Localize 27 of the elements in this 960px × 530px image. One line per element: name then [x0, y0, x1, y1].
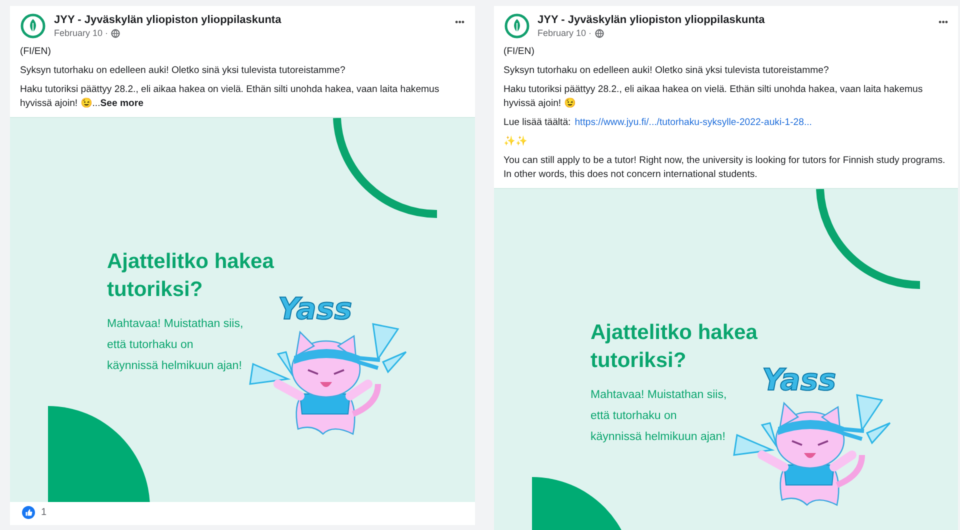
image-heading: Ajattelitko hakea tutoriksi?: [107, 249, 275, 303]
post-text: (FI/EN): [20, 45, 52, 59]
globe-icon: [594, 28, 604, 38]
post-date[interactable]: February 10 ·: [54, 28, 108, 38]
image-text: Mahtavaa! Muistathan siis, että tutorhaku on käynnissä helmikuun ajan!: [107, 317, 244, 374]
see-more-link[interactable]: See more: [100, 98, 144, 109]
reaction-count[interactable]: 1: [41, 507, 47, 518]
post-text: Haku tutoriksi päättyy 28.2., eli aikaa hakea on vielä. Ethän silti unohda hakea, vaan laita hakemus hyvissä ajoin! 😉...See more: [20, 83, 440, 111]
post-text: (FI/EN): [504, 45, 536, 59]
logo-icon[interactable]: [20, 13, 46, 39]
image-heading: Ajattelitko hakea tutoriksi?: [590, 320, 758, 374]
like-icon[interactable]: [22, 506, 35, 519]
logo-icon[interactable]: [504, 13, 530, 39]
image-text: Mahtavaa! Muistathan siis, että tutorhaku on käynnissä helmikuun ajan!: [590, 388, 728, 445]
more-options-button[interactable]: •••: [455, 17, 464, 27]
page-name[interactable]: JYY - Jyväskylän yliopiston ylioppilaskunta: [538, 14, 931, 26]
post-text: You can still apply to be a tutor! Right now, the university is looking for tutors for Finnish study programs. In other words, this does not concern international students.: [504, 154, 946, 182]
post-text: Syksyn tutorhaku on edelleen auki! Oletko sinä yksi tulevista tutoreistamme?: [504, 64, 830, 78]
post-text: ✨✨: [504, 135, 528, 149]
page-name[interactable]: JYY - Jyväskylän yliopiston ylioppilaskunta: [54, 14, 448, 26]
post-date[interactable]: February 10 ·: [538, 28, 592, 38]
more-options-button[interactable]: •••: [938, 17, 948, 27]
post-text: Haku tutoriksi päättyy 28.2., eli aikaa hakea on vielä. Ethän silti unohda hakea, vaan laita hakemus hyvissä ajoin! 😉: [504, 83, 924, 111]
globe-icon: [111, 28, 120, 38]
post-text: Syksyn tutorhaku on edelleen auki! Oletko sinä yksi tulevista tutoreistamme?: [20, 64, 346, 78]
post-link[interactable]: https://www.jyu.fi/.../tutorhaku-syksylle-2022-auki-1-28...: [574, 116, 812, 130]
link-label: Lue lisää täältä:: [504, 116, 571, 130]
